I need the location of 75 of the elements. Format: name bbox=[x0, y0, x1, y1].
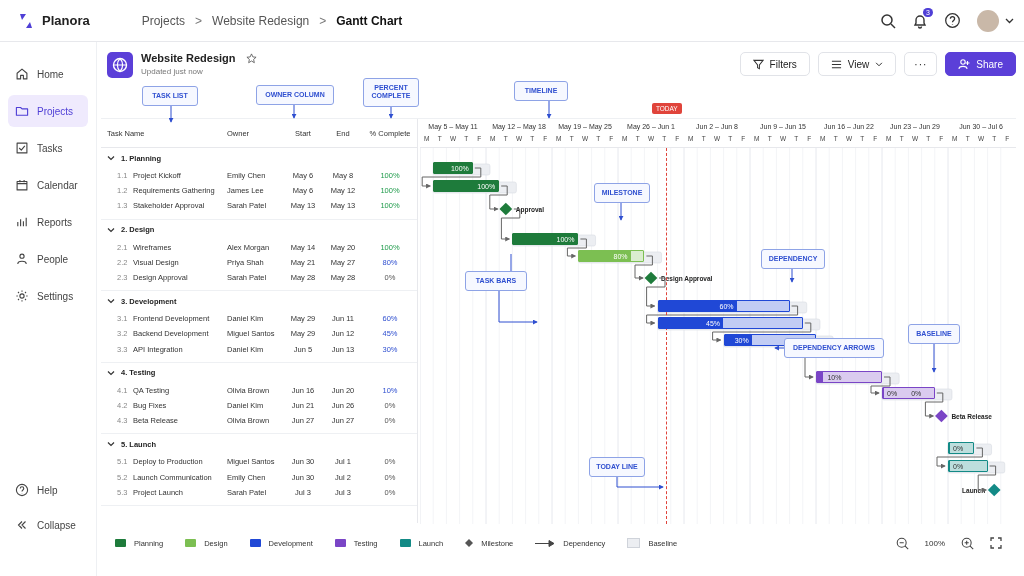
sidebar-item[interactable]: Tasks bbox=[8, 132, 88, 164]
more-button[interactable]: ··· bbox=[904, 52, 938, 76]
list-icon bbox=[830, 58, 842, 70]
milestone-diamond[interactable] bbox=[644, 271, 658, 285]
help-icon bbox=[15, 483, 29, 497]
sidebar-label: Home bbox=[37, 68, 64, 80]
logo-icon bbox=[18, 11, 34, 30]
checkbox-icon bbox=[15, 141, 29, 155]
view-button[interactable]: View bbox=[817, 52, 897, 76]
globe-icon bbox=[107, 52, 133, 78]
callout-arrow bbox=[498, 253, 538, 325]
chevron-down-icon[interactable] bbox=[1005, 17, 1014, 24]
breadcrumb-link[interactable]: Website Redesign bbox=[212, 13, 310, 28]
sidebar-item[interactable]: People bbox=[8, 243, 88, 275]
chevron-down-icon bbox=[875, 61, 884, 67]
chevron-down-icon[interactable] bbox=[107, 297, 115, 306]
settings-icon bbox=[15, 289, 29, 303]
sidebar-label: Projects bbox=[37, 105, 74, 117]
help-icon[interactable] bbox=[944, 12, 961, 29]
updated-status: Updated just now bbox=[141, 67, 204, 76]
milestone-diamond[interactable] bbox=[987, 483, 1001, 497]
search-icon[interactable] bbox=[880, 12, 896, 29]
sidebar-label: Help bbox=[37, 484, 58, 496]
project-title: Website Redesign bbox=[141, 52, 236, 64]
callout-arrow bbox=[291, 104, 297, 119]
callout-arrow bbox=[618, 202, 624, 221]
baseline-swatch bbox=[627, 538, 641, 548]
sidebar-label: Tasks bbox=[37, 142, 63, 154]
sidebar-label: Calendar bbox=[37, 179, 78, 191]
filter-icon bbox=[752, 58, 764, 70]
sidebar-item[interactable]: Projects bbox=[8, 95, 88, 127]
breadcrumb-separator: > bbox=[319, 13, 327, 28]
sidebar-label: Reports bbox=[37, 216, 72, 228]
zoom-in-icon[interactable] bbox=[961, 536, 974, 550]
bell-icon[interactable] bbox=[912, 12, 928, 29]
milestone-diamond[interactable] bbox=[935, 409, 948, 423]
double-chevron-icon bbox=[15, 518, 29, 532]
chevron-down-icon[interactable] bbox=[107, 225, 115, 234]
callout-arrow bbox=[616, 476, 664, 490]
sidebar-item[interactable]: Home bbox=[8, 58, 88, 90]
sidebar-label: People bbox=[37, 253, 69, 265]
breadcrumb-link[interactable]: Gantt Chart bbox=[336, 13, 403, 28]
callout-arrow bbox=[168, 105, 174, 123]
chevron-down-icon[interactable] bbox=[107, 368, 115, 377]
milestone-diamond[interactable] bbox=[499, 202, 513, 216]
callout-arrow bbox=[774, 345, 785, 351]
sidebar-item[interactable]: Collapse bbox=[8, 510, 88, 540]
person-icon bbox=[15, 252, 29, 266]
chevron-down-icon[interactable] bbox=[107, 154, 115, 162]
add-person-icon bbox=[958, 58, 971, 70]
filters-button[interactable]: Filters bbox=[739, 52, 810, 76]
sidebar-item[interactable]: Help bbox=[8, 475, 88, 505]
zoom-out-icon[interactable] bbox=[895, 536, 909, 550]
home-icon bbox=[15, 67, 29, 81]
callout-arrow bbox=[931, 343, 937, 373]
sidebar-item[interactable]: Calendar bbox=[8, 169, 88, 201]
sidebar-label: Settings bbox=[37, 290, 74, 302]
callout-arrow bbox=[546, 100, 552, 119]
chevron-down-icon[interactable] bbox=[107, 440, 115, 449]
sidebar-item[interactable]: Reports bbox=[8, 206, 88, 238]
star-icon[interactable] bbox=[245, 52, 257, 64]
fullscreen-icon[interactable] bbox=[990, 537, 1002, 549]
sidebar-label: Collapse bbox=[37, 519, 76, 531]
breadcrumb-separator: > bbox=[195, 13, 203, 28]
share-button[interactable]: Share bbox=[945, 52, 1016, 76]
bar-chart-icon bbox=[15, 215, 29, 229]
sidebar-item[interactable]: Settings bbox=[8, 280, 88, 312]
breadcrumb-link[interactable]: Projects bbox=[141, 13, 186, 28]
zoom-level: 100% bbox=[924, 538, 945, 548]
callout-arrow bbox=[789, 268, 795, 283]
calendar-icon bbox=[15, 178, 29, 192]
arrow-icon bbox=[535, 539, 556, 547]
folder-icon bbox=[15, 104, 29, 118]
diamond-icon bbox=[465, 539, 474, 547]
app-name: Planora bbox=[42, 13, 90, 28]
